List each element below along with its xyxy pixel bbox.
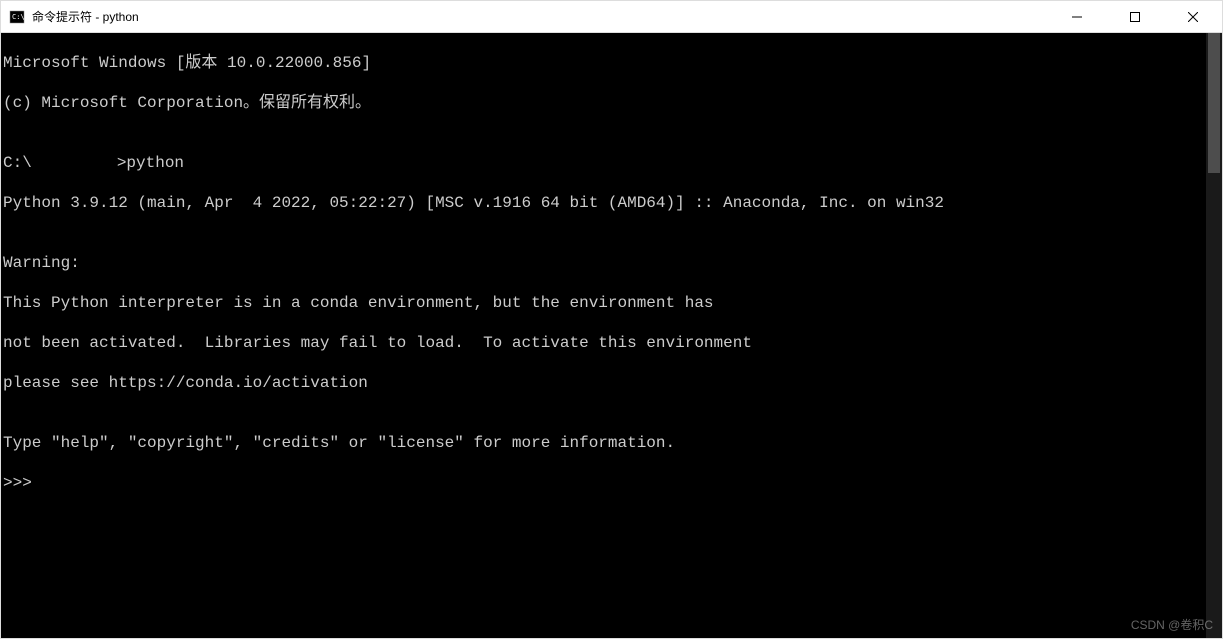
redacted-path [32,155,117,171]
output-line: please see https://conda.io/activation [3,373,1204,393]
output-line: Warning: [3,253,1204,273]
svg-text:C:\: C:\ [12,13,25,21]
output-line: This Python interpreter is in a conda en… [3,293,1204,313]
terminal-output[interactable]: Microsoft Windows [版本 10.0.22000.856] (c… [1,33,1206,638]
prompt-suffix: >python [117,154,184,172]
output-line: (c) Microsoft Corporation。保留所有权利。 [3,93,1204,113]
window-title: 命令提示符 - python [32,8,1048,25]
titlebar[interactable]: C:\ 命令提示符 - python [1,1,1222,33]
output-line: not been activated. Libraries may fail t… [3,333,1204,353]
cmd-icon: C:\ [9,9,25,25]
scrollbar-thumb[interactable] [1208,33,1220,173]
output-line: Type "help", "copyright", "credits" or "… [3,433,1204,453]
output-line: Python 3.9.12 (main, Apr 4 2022, 05:22:2… [3,193,1204,213]
repl-prompt: >>> [3,473,1204,493]
window: C:\ 命令提示符 - python Microsoft Windows [版本… [0,0,1223,639]
output-line: C:\ >python [3,153,1204,173]
terminal-container: Microsoft Windows [版本 10.0.22000.856] (c… [1,33,1222,638]
prompt-prefix: C:\ [3,154,32,172]
scrollbar-vertical[interactable] [1206,33,1222,638]
output-line: Microsoft Windows [版本 10.0.22000.856] [3,53,1204,73]
minimize-button[interactable] [1048,1,1106,32]
close-button[interactable] [1164,1,1222,32]
maximize-button[interactable] [1106,1,1164,32]
window-controls [1048,1,1222,32]
watermark: CSDN @卷积C [1131,616,1213,633]
